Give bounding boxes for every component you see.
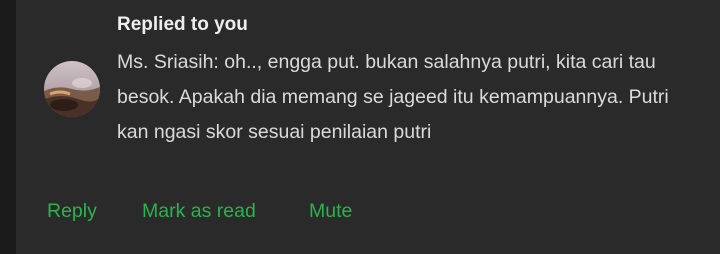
notification-message: Ms. Sriasih: oh.., engga put. bukan sala… [117,51,669,143]
avatar [44,61,100,117]
notification-card[interactable]: Replied to you Ms. Sriasih: oh.., engga … [16,0,720,254]
screen: Replied to you Ms. Sriasih: oh.., engga … [0,0,720,254]
mute-button[interactable]: Mute [309,197,352,225]
avatar-photo-icon [44,61,100,117]
mark-as-read-button[interactable]: Mark as read [142,197,256,225]
reply-button[interactable]: Reply [47,197,97,225]
notification-title: Replied to you [117,14,248,35]
